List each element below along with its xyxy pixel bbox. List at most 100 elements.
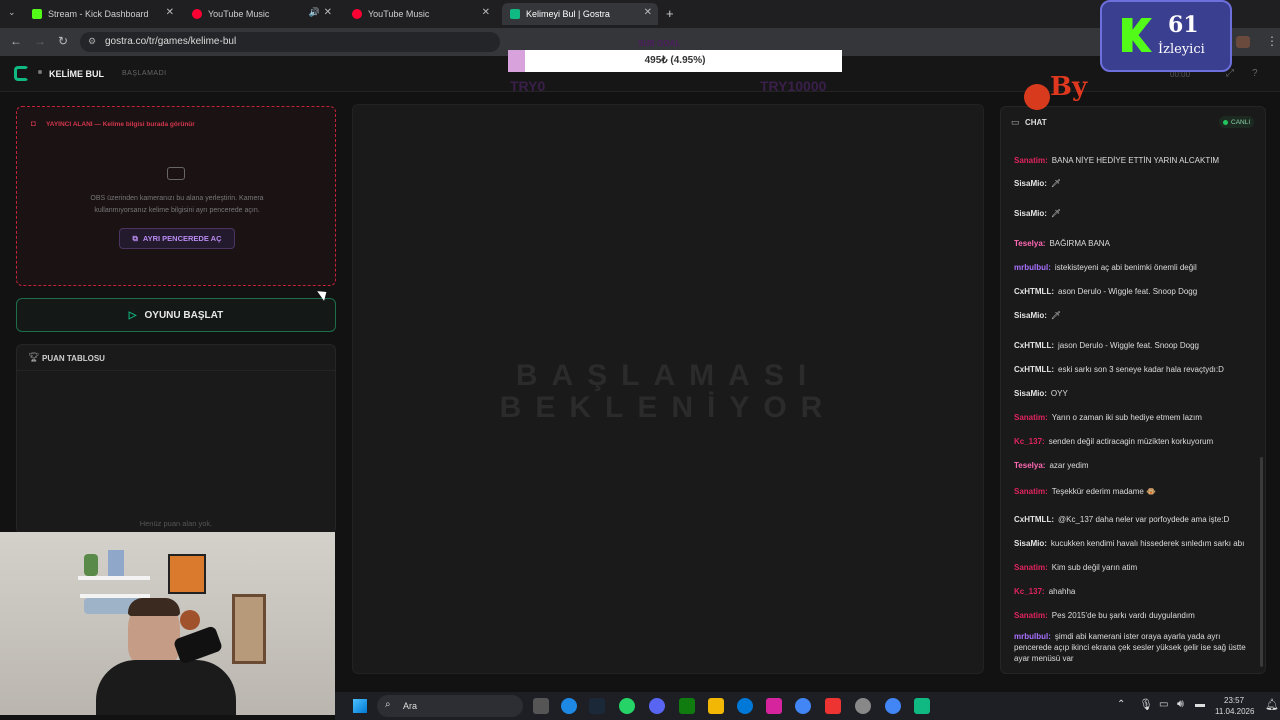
chat-username[interactable]: SisaMio:: [1014, 389, 1047, 398]
chat-username[interactable]: Kc_137:: [1014, 587, 1045, 596]
chat-username[interactable]: Kc_137:: [1014, 437, 1045, 446]
whatsapp-icon[interactable]: [619, 698, 635, 714]
microphone-icon[interactable]: 🎙︎: [1139, 698, 1153, 711]
url-text: gostra.co/tr/games/kelime-bul: [105, 36, 237, 47]
tab-youtube-music-1[interactable]: YouTube Music 🔊 ✕: [184, 3, 338, 25]
battery-icon[interactable]: ▬: [1195, 699, 1205, 710]
gostra-taskbar-icon[interactable]: [914, 698, 930, 714]
tab-list-chevron-icon[interactable]: ⌄: [8, 7, 16, 18]
speaker-icon[interactable]: 🔊: [309, 7, 320, 18]
browser-tab-bar: ⌄ Stream - Kick Dashboard ✕ YouTube Musi…: [0, 0, 1280, 28]
chat-username[interactable]: Teselya:: [1014, 239, 1045, 248]
chat-username[interactable]: SisaMio:: [1014, 209, 1047, 218]
network-icon[interactable]: ▭: [1159, 699, 1168, 710]
goal-start-amount: TRY0: [510, 78, 546, 94]
chat-username[interactable]: Sanatim:: [1014, 156, 1048, 165]
close-tab-icon[interactable]: ✕: [324, 7, 332, 18]
chrome-icon[interactable]: [795, 698, 811, 714]
webcam-plush: [180, 610, 200, 630]
tab-kelime-bul[interactable]: Kelimeyi Bul | Gostra ✕: [502, 3, 658, 25]
chat-username[interactable]: mrbulbul:: [1014, 632, 1051, 641]
back-icon[interactable]: ←: [10, 34, 22, 48]
notification-icon[interactable]: 🔔︎: [1265, 698, 1279, 711]
scoreboard-title: PUAN TABLOSU: [42, 354, 105, 363]
chat-username[interactable]: Sanatim:: [1014, 413, 1048, 422]
chat-text: ahahha: [1048, 587, 1076, 596]
chat-text: Teşekkür ederim madame 🐵: [1051, 487, 1157, 496]
windows-start-icon[interactable]: [353, 699, 367, 713]
chat-username[interactable]: CxHTMLL:: [1014, 341, 1054, 350]
chat-bubble-icon: ▭: [1011, 117, 1020, 127]
chat-text: kucukken kendimi havalı hissederek sınle…: [1050, 539, 1245, 548]
chat-message: Sanatim: BANA NİYE HEDİYE ETTİN YARIN ALC…: [1014, 155, 1254, 166]
search-placeholder: Ara: [403, 701, 418, 711]
chat-username[interactable]: CxHTMLL:: [1014, 515, 1054, 524]
live-label: CANLI: [1231, 118, 1251, 126]
chat-message: Sanatim: Yarın o zaman iki sub hediye etm…: [1014, 412, 1254, 423]
site-info-icon[interactable]: ⚙: [88, 36, 96, 47]
steam-icon[interactable]: [589, 698, 605, 714]
chat-username[interactable]: SisaMio:: [1014, 539, 1047, 548]
chat-text: 🗡: [1050, 179, 1062, 188]
close-tab-icon[interactable]: ✕: [482, 7, 490, 18]
obs-icon[interactable]: [855, 698, 871, 714]
forward-icon[interactable]: →: [34, 34, 46, 48]
xbox-icon[interactable]: [679, 698, 695, 714]
volume-icon[interactable]: 🔊︎: [1177, 698, 1184, 711]
chat-username[interactable]: mrbulbul:: [1014, 263, 1051, 272]
chat-message: SisaMio: kucukken kendimi havalı hisseder…: [1014, 538, 1254, 549]
chat-message: Sanatim: Pes 2015'de bu şarkı vardı duygu…: [1014, 610, 1254, 621]
reload-icon[interactable]: ↻: [58, 34, 68, 48]
close-tab-icon[interactable]: ✕: [166, 7, 174, 18]
tab-youtube-music-2[interactable]: YouTube Music ✕: [344, 3, 496, 25]
game-status: BAŞLAMADI: [122, 70, 167, 77]
kick-viewer-widget: 61 İzleyici: [1100, 0, 1232, 72]
open-window-label: AYRI PENCEREDE AÇ: [142, 234, 222, 243]
start-game-button[interactable]: ▷ OYUNU BAŞLAT: [16, 298, 336, 332]
clock-date[interactable]: 11.04.2026: [1215, 707, 1254, 716]
chat-username[interactable]: CxHTMLL:: [1014, 287, 1054, 296]
play-icon: ▷: [128, 309, 137, 321]
chat-username[interactable]: Sanatim:: [1014, 487, 1048, 496]
discord-icon[interactable]: [649, 698, 665, 714]
chat-username[interactable]: SisaMio:: [1014, 179, 1047, 188]
chat-username[interactable]: Sanatim:: [1014, 611, 1048, 620]
browser-icon[interactable]: [737, 698, 753, 714]
gostra-logo-icon[interactable]: [14, 66, 29, 81]
edge-icon[interactable]: [561, 698, 577, 714]
chat-username[interactable]: Sanatim:: [1014, 563, 1048, 572]
tab-title: Kelimeyi Bul | Gostra: [526, 9, 610, 19]
watermark-text: By: [1050, 72, 1088, 102]
scoreboard-empty: Henüz puan alan yok.: [139, 519, 213, 528]
chrome-icon-2[interactable]: [885, 698, 901, 714]
open-separate-window-button[interactable]: ⧉ AYRI PENCEREDE AÇ: [119, 228, 235, 249]
chat-text: jason Derulo - Wiggle feat. Snoop Dogg: [1058, 341, 1199, 350]
clock-time[interactable]: 23:57: [1224, 696, 1244, 705]
chat-message: CxHTMLL: jason Derulo - Wiggle feat. Snoo…: [1014, 340, 1254, 351]
chat-username[interactable]: Teselya:: [1014, 461, 1045, 470]
tab-kick-dashboard[interactable]: Stream - Kick Dashboard ✕: [24, 3, 180, 25]
help-icon[interactable]: ?: [1252, 68, 1258, 79]
tray-chevron-icon[interactable]: ⌃: [1117, 699, 1125, 710]
goal-label: SUB GOAL: [638, 39, 681, 48]
profile-avatar[interactable]: [1236, 36, 1250, 48]
browser-menu-icon[interactable]: ⋮: [1266, 34, 1278, 48]
task-view-icon[interactable]: [533, 698, 549, 714]
url-field[interactable]: ⚙ gostra.co/tr/games/kelime-bul: [80, 32, 500, 52]
new-tab-icon[interactable]: +: [666, 6, 674, 21]
chat-username[interactable]: CxHTMLL:: [1014, 365, 1054, 374]
viewer-count: 61: [1168, 12, 1199, 38]
external-link-icon: ⧉: [132, 233, 138, 243]
taskbar-search[interactable]: ⌕ Ara: [377, 695, 523, 717]
chat-scrollbar[interactable]: [1260, 457, 1263, 667]
file-explorer-icon[interactable]: [708, 698, 724, 714]
waiting-text: BAŞLAMASI BEKLENİYOR: [352, 360, 984, 424]
windows-taskbar: ⌕ Ara ⌃ 🎙︎ ▭ 🔊︎ ▬ 23:57 11.04.2026 🔔︎: [335, 692, 1280, 720]
app-icon[interactable]: [825, 698, 841, 714]
chat-message: Kc_137: ahahha: [1014, 586, 1254, 597]
close-tab-icon[interactable]: ✕: [644, 7, 652, 18]
chat-username[interactable]: SisaMio:: [1014, 311, 1047, 320]
tab-title: YouTube Music: [208, 9, 270, 19]
instagram-icon[interactable]: [766, 698, 782, 714]
chat-message: SisaMio: 🗡: [1014, 178, 1254, 189]
